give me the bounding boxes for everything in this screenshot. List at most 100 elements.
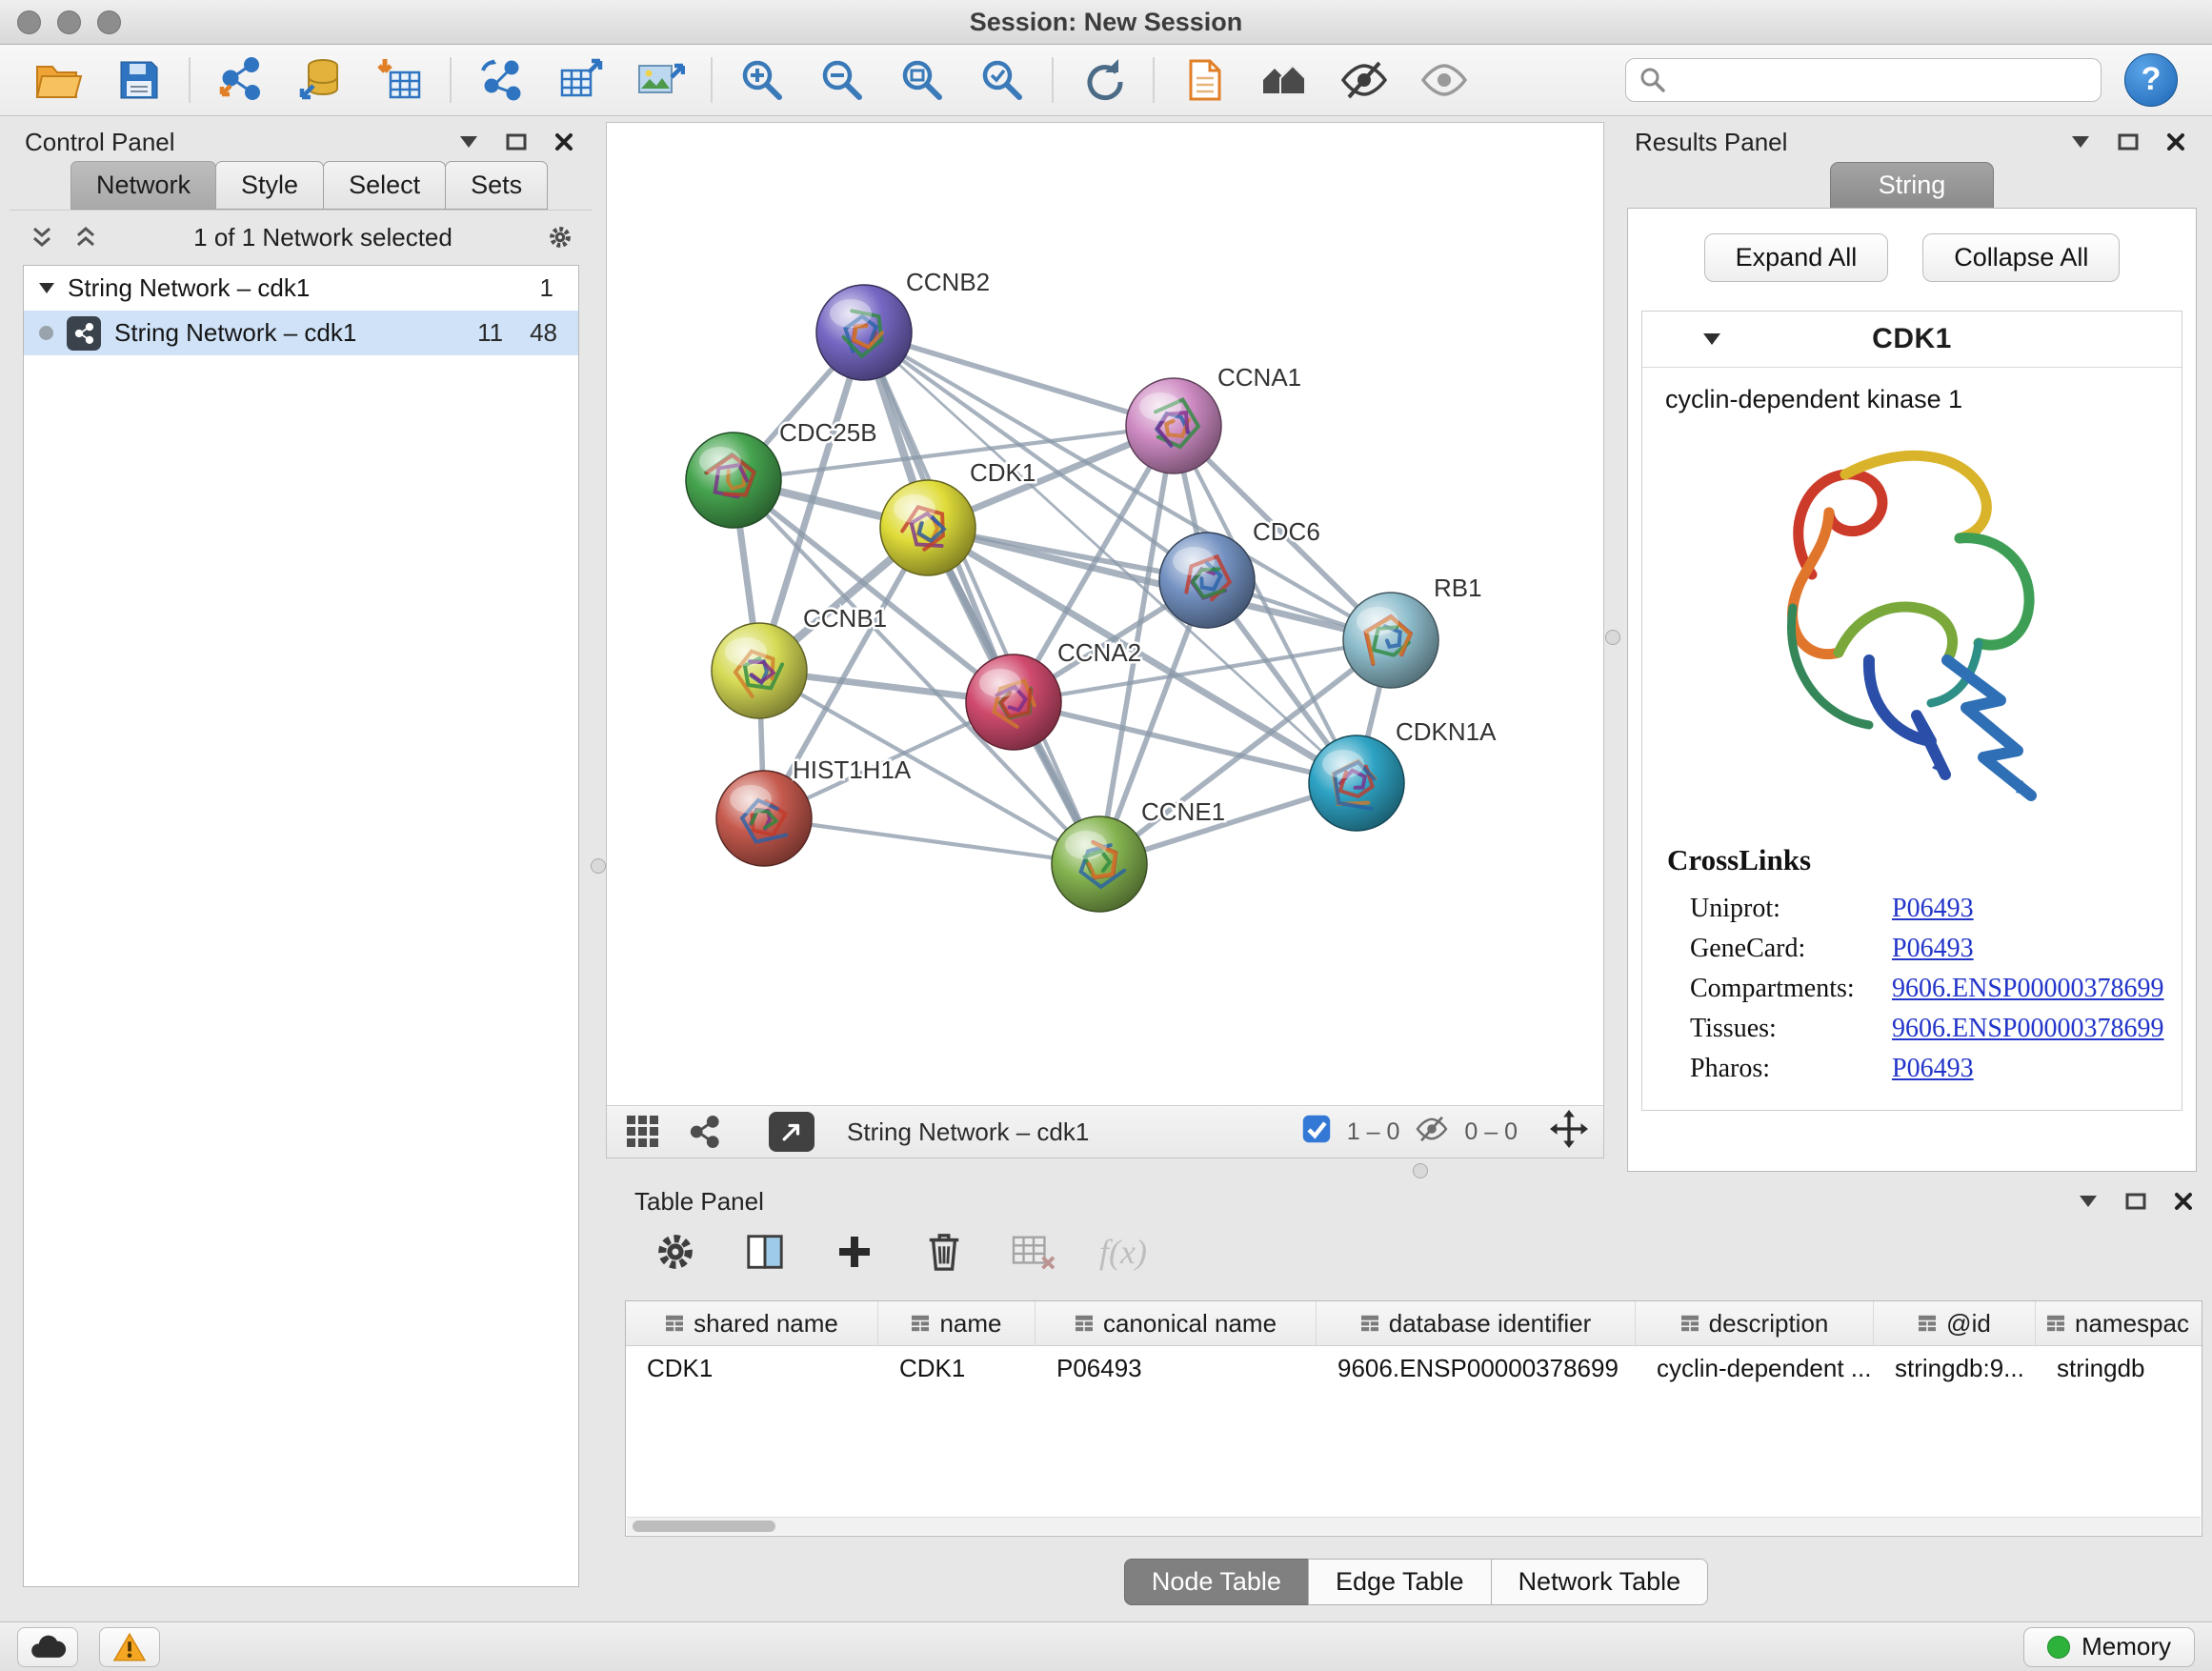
table-panel-close-icon[interactable]	[2170, 1188, 2197, 1215]
show-columns-icon[interactable]	[739, 1226, 791, 1278]
maximize-window-button[interactable]	[97, 10, 121, 34]
close-window-button[interactable]	[17, 10, 41, 34]
zoom-fit-button[interactable]	[882, 50, 962, 111]
gene-section-header[interactable]: CDK1	[1642, 312, 2182, 368]
network-row[interactable]: String Network – cdk1 11 48	[24, 311, 578, 355]
table-settings-gear-icon[interactable]	[650, 1226, 701, 1278]
scrollbar-thumb[interactable]	[633, 1520, 775, 1532]
results-panel-menu-icon[interactable]	[2067, 129, 2094, 155]
export-table-button[interactable]	[541, 50, 621, 111]
network-collection-row[interactable]: String Network – cdk1 1	[24, 266, 578, 311]
export-image-button[interactable]	[621, 50, 701, 111]
crosslink-label: Pharos:	[1690, 1054, 1892, 1084]
zoom-selected-button[interactable]	[962, 50, 1042, 111]
hidden-eye-slash-icon[interactable]	[1415, 1115, 1449, 1150]
open-session-button[interactable]	[19, 50, 99, 111]
table-row[interactable]: CDK1 CDK1 P06493 9606.ENSP00000378699 cy…	[626, 1346, 2202, 1391]
hide-selected-button[interactable]	[1324, 50, 1404, 111]
column-header-description[interactable]: description	[1636, 1301, 1874, 1345]
cell-canonical-name[interactable]: P06493	[1036, 1346, 1317, 1391]
gene-collapse-icon[interactable]	[1703, 333, 1720, 345]
column-header-id[interactable]: @id	[1874, 1301, 2036, 1345]
network-node-CDK1[interactable]: CDK1	[880, 458, 1036, 575]
tab-network[interactable]: Network	[70, 161, 216, 210]
table-horizontal-scrollbar[interactable]	[627, 1517, 2201, 1535]
collection-expand-icon[interactable]	[39, 283, 54, 293]
crosslink-row: Pharos: P06493	[1667, 1049, 2157, 1089]
table-panel-menu-icon[interactable]	[2075, 1188, 2101, 1215]
cell-name[interactable]: CDK1	[878, 1346, 1036, 1391]
column-header-name[interactable]: name	[878, 1301, 1036, 1345]
network-options-gear-icon[interactable]	[547, 224, 573, 251]
search-box[interactable]	[1625, 58, 2101, 102]
control-panel-close-icon[interactable]	[551, 129, 577, 155]
warnings-button[interactable]	[99, 1627, 160, 1667]
crosslink-value[interactable]: P06493	[1892, 1054, 1974, 1084]
cloud-button[interactable]	[17, 1627, 78, 1667]
node-label-CDC25B: CDC25B	[779, 418, 877, 447]
cell-shared-name[interactable]: CDK1	[626, 1346, 878, 1391]
show-all-button[interactable]	[1404, 50, 1484, 111]
tab-string[interactable]: String	[1830, 162, 1994, 208]
refresh-network-button[interactable]	[1063, 50, 1143, 111]
clone-network-button[interactable]	[1164, 50, 1244, 111]
tab-sets[interactable]: Sets	[445, 161, 548, 210]
tab-network-table[interactable]: Network Table	[1491, 1559, 1709, 1605]
zoom-out-button[interactable]	[802, 50, 882, 111]
zoom-in-button[interactable]	[722, 50, 802, 111]
network-graph[interactable]: CCNB2CCNA1CDC25BCDK1CDC6RB1CCNB1CCNA2CDK…	[607, 123, 1603, 1106]
network-node-CCNB1[interactable]: CCNB1	[712, 604, 887, 718]
cell-id[interactable]: stringdb:9...	[1874, 1346, 2036, 1391]
column-header-database-identifier[interactable]: database identifier	[1317, 1301, 1636, 1345]
cell-database-identifier[interactable]: 9606.ENSP00000378699	[1317, 1346, 1636, 1391]
network-node-CCNA1[interactable]: CCNA1	[1126, 363, 1301, 473]
expand-all-button[interactable]: Expand All	[1704, 233, 1889, 282]
results-panel-float-icon[interactable]	[2115, 129, 2142, 155]
tab-style[interactable]: Style	[215, 161, 324, 210]
network-canvas[interactable]: CCNB2CCNA1CDC25BCDK1CDC6RB1CCNB1CCNA2CDK…	[607, 123, 1603, 1106]
birdseye-view-icon[interactable]	[622, 1111, 664, 1153]
right-splitter-handle[interactable]	[1605, 630, 1620, 645]
bottom-splitter-handle[interactable]	[1413, 1163, 1428, 1178]
string-toggle-icon[interactable]	[683, 1111, 725, 1153]
left-splitter-handle[interactable]	[591, 858, 606, 874]
search-input[interactable]	[1676, 64, 2087, 95]
tab-select[interactable]: Select	[323, 161, 446, 210]
tab-edge-table[interactable]: Edge Table	[1308, 1559, 1492, 1605]
save-session-button[interactable]	[99, 50, 179, 111]
column-header-shared-name[interactable]: shared name	[626, 1301, 878, 1345]
control-panel-menu-icon[interactable]	[455, 129, 482, 155]
collapse-all-networks-icon[interactable]	[72, 224, 99, 251]
home-button[interactable]	[1244, 50, 1324, 111]
network-node-RB1[interactable]: RB1	[1343, 574, 1482, 688]
expand-all-networks-icon[interactable]	[29, 224, 55, 251]
cell-namespace[interactable]: stringdb	[2036, 1346, 2200, 1391]
import-table-button[interactable]	[360, 50, 440, 111]
import-network-file-button[interactable]	[200, 50, 280, 111]
selected-checkbox-icon[interactable]	[1301, 1114, 1332, 1151]
collapse-all-button[interactable]: Collapse All	[1922, 233, 2120, 282]
table-panel-float-icon[interactable]	[2122, 1188, 2149, 1215]
column-header-namespace[interactable]: namespac	[2036, 1301, 2200, 1345]
crosslink-value[interactable]: 9606.ENSP00000378699	[1892, 1014, 2163, 1044]
crosslink-value[interactable]: P06493	[1892, 934, 1974, 964]
import-network-database-button[interactable]	[280, 50, 360, 111]
column-header-canonical-name[interactable]: canonical name	[1036, 1301, 1317, 1345]
network-node-CDKN1A[interactable]: CDKN1A	[1309, 717, 1497, 831]
network-node-HIST1H1A[interactable]: HIST1H1A	[716, 755, 912, 866]
help-button[interactable]: ?	[2124, 53, 2178, 107]
control-panel-title: Control Panel	[25, 128, 175, 157]
results-panel-close-icon[interactable]	[2162, 129, 2189, 155]
add-column-icon[interactable]	[829, 1226, 880, 1278]
pan-crosshair-icon[interactable]	[1550, 1110, 1588, 1155]
minimize-window-button[interactable]	[57, 10, 81, 34]
open-in-window-button[interactable]	[769, 1112, 814, 1152]
network-from-selection-button[interactable]	[461, 50, 541, 111]
crosslink-value[interactable]: 9606.ENSP00000378699	[1892, 974, 2163, 1004]
control-panel-float-icon[interactable]	[503, 129, 530, 155]
memory-button[interactable]: Memory	[2023, 1627, 2195, 1667]
cell-description[interactable]: cyclin-dependent ...	[1636, 1346, 1874, 1391]
tab-node-table[interactable]: Node Table	[1124, 1559, 1309, 1605]
crosslink-value[interactable]: P06493	[1892, 894, 1974, 924]
delete-column-icon[interactable]	[918, 1226, 970, 1278]
